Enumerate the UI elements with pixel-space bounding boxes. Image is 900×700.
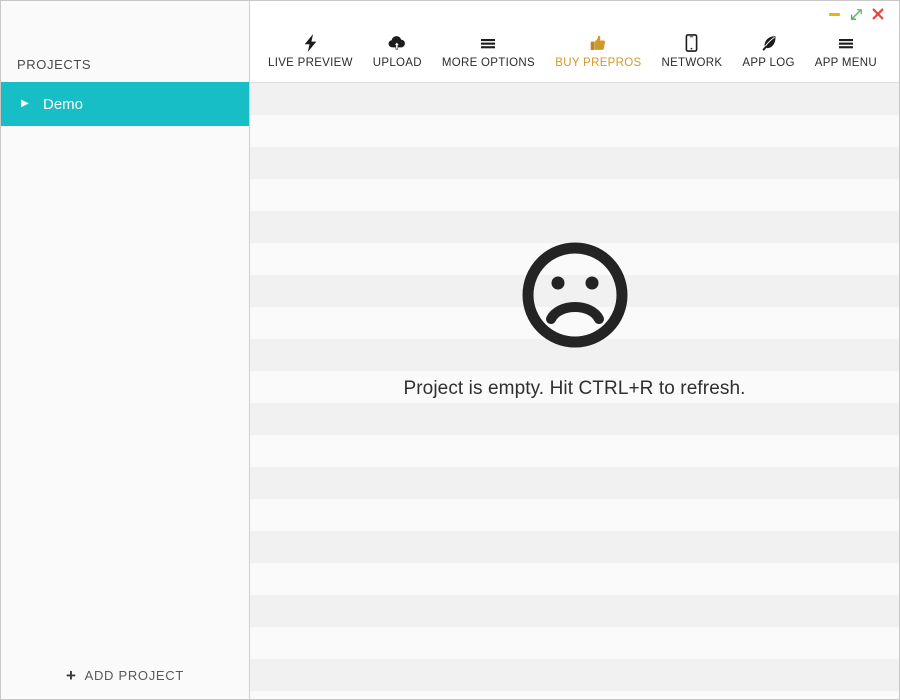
mobile-phone-icon [685,32,698,54]
add-project-button[interactable]: + ADD PROJECT [1,651,249,699]
minus-icon [829,13,840,16]
projects-sidebar: PROJECTS ▶ Demo + ADD PROJECT [1,1,250,699]
app-log-button[interactable]: APP LOG [732,27,804,69]
close-x-icon [871,7,885,21]
main-toolbar: LIVE PREVIEW UPLOAD [250,27,899,83]
close-button[interactable] [867,3,889,25]
toolbar-left-group: LIVE PREVIEW UPLOAD [258,27,545,69]
prepros-app-window: PROJECTS ▶ Demo + ADD PROJECT [0,0,900,700]
projects-header-label: PROJECTS [17,57,91,72]
network-label: NETWORK [661,57,722,69]
projects-header: PROJECTS [1,1,249,82]
maximize-button[interactable] [845,3,867,25]
upload-label: UPLOAD [373,57,422,69]
hamburger-menu-icon [480,32,496,54]
buy-prepros-label: BUY PREPROS [555,57,641,69]
sad-face-icon [519,239,631,351]
window-titlebar [250,1,899,27]
sidebar-item-demo[interactable]: ▶ Demo [1,82,249,126]
minimize-button[interactable] [823,3,845,25]
lightning-bolt-icon [303,32,318,54]
app-menu-label: APP MENU [815,57,877,69]
hamburger-menu-icon [838,32,854,54]
chevron-right-icon[interactable]: ▶ [21,99,37,109]
add-project-label: ADD PROJECT [85,668,184,683]
empty-state-message: Project is empty. Hit CTRL+R to refresh. [403,378,745,400]
thumbs-up-icon [590,32,606,54]
app-log-label: APP LOG [742,57,794,69]
plus-icon: + [66,667,77,684]
network-button[interactable]: NETWORK [651,27,732,69]
project-list: ▶ Demo [1,82,249,126]
live-preview-label: LIVE PREVIEW [268,57,353,69]
project-file-list-area[interactable]: Project is empty. Hit CTRL+R to refresh. [250,83,899,699]
live-preview-button[interactable]: LIVE PREVIEW [258,27,363,69]
more-options-button[interactable]: MORE OPTIONS [432,27,545,69]
feather-pen-icon [760,32,777,54]
empty-state: Project is empty. Hit CTRL+R to refresh. [250,239,899,400]
buy-prepros-button[interactable]: BUY PREPROS [545,27,651,69]
expand-arrows-icon [850,8,863,21]
project-name-label: Demo [43,96,83,113]
main-panel: LIVE PREVIEW UPLOAD [250,1,899,699]
upload-button[interactable]: UPLOAD [363,27,432,69]
toolbar-right-group: BUY PREPROS NETWORK [545,27,887,69]
app-menu-button[interactable]: APP MENU [805,27,887,69]
cloud-upload-icon [388,32,407,54]
more-options-label: MORE OPTIONS [442,57,535,69]
